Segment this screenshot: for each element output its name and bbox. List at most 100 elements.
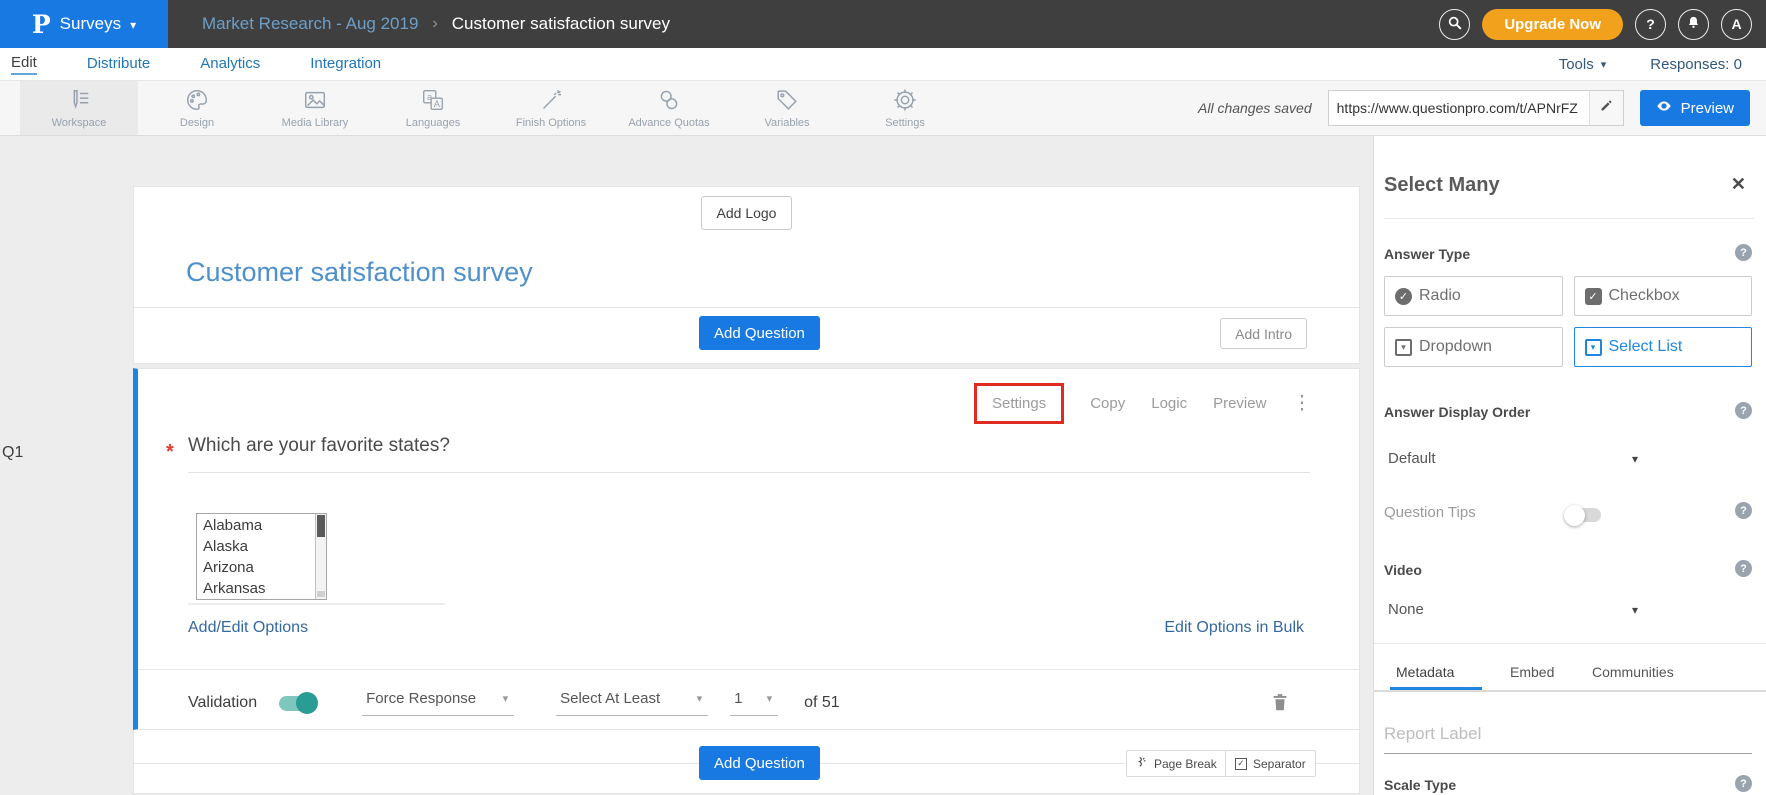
preview-button[interactable]: Preview [1640,90,1750,126]
question-tips-toggle[interactable] [1566,508,1601,522]
question-preview-button[interactable]: Preview [1213,395,1266,412]
help-icon[interactable]: ? [1735,244,1752,261]
tab-integration[interactable]: Integration [310,55,381,74]
help-icon[interactable]: ? [1735,502,1752,519]
survey-header-section: Add Logo Customer satisfaction survey [133,186,1360,308]
panel-title: Select Many [1384,174,1500,197]
report-label-input[interactable] [1384,724,1752,754]
question-text-field[interactable]: Which are your favorite states? [188,435,1310,473]
toolbar-right: All changes saved Preview [1198,81,1766,135]
help-button[interactable]: ? [1635,9,1666,40]
list-item[interactable]: Arizona [203,557,312,578]
answer-listbox[interactable]: Alabama Alaska Arizona Arkansas [196,513,327,600]
tab-edit[interactable]: Edit [11,54,37,75]
kebab-menu-icon[interactable]: ⋮ [1292,392,1311,415]
toolbar-item-label: Advance Quotas [628,117,709,129]
tab-analytics[interactable]: Analytics [200,55,260,74]
toolbar-item-label: Design [180,117,214,129]
upgrade-now-button[interactable]: Upgrade Now [1482,9,1623,40]
answer-type-checkbox[interactable]: ✓ Checkbox [1574,276,1753,316]
video-value: None [1388,601,1424,618]
toolbar-item-label: Settings [885,117,925,129]
surveys-menu[interactable]: P Surveys ▾ [0,0,168,48]
tab-bar-border [1374,690,1766,692]
toolbar-item-media-library[interactable]: Media Library [256,81,374,135]
answer-display-order-select[interactable]: Default ▾ [1388,450,1638,467]
question-actions: Settings Copy Logic Preview ⋮ [974,383,1311,424]
answer-display-order-label: Answer Display Order [1384,404,1530,420]
validation-total: of 51 [804,694,840,712]
validation-rule-select[interactable]: Select At Least▾ [556,690,708,716]
gear-icon [892,87,918,113]
separator-label: Separator [1253,757,1306,771]
breadcrumb-folder-link[interactable]: Market Research - Aug 2019 [202,14,418,34]
questionpro-logo: P [32,10,51,39]
select-list-icon: ▾ [1585,339,1602,356]
toolbar-item-languages[interactable]: aA Languages [374,81,492,135]
responses-count[interactable]: Responses: 0 [1650,56,1742,73]
question-settings-button[interactable]: Settings [974,383,1064,424]
tab-communities[interactable]: Communities [1592,664,1674,680]
toolbar-item-workspace[interactable]: Workspace [20,81,138,135]
scrollbar-end [317,591,325,597]
question-copy-button[interactable]: Copy [1090,395,1125,412]
question-settings-panel: Select Many ✕ Answer Type ? ✓ Radio ✓ Ch… [1373,136,1766,795]
toolbar-item-settings[interactable]: Settings [846,81,964,135]
validation-count-value: 1 [734,690,742,707]
list-item[interactable]: Arkansas [203,578,312,599]
help-icon[interactable]: ? [1735,560,1752,577]
add-logo-button[interactable]: Add Logo [701,196,793,230]
toolbar-item-advance-quotas[interactable]: Advance Quotas [610,81,728,135]
preview-label: Preview [1681,100,1734,117]
check-glyph: ✓ [1237,758,1245,769]
video-select[interactable]: None ▾ [1388,601,1638,618]
answer-type-select-list[interactable]: ▾ Select List [1574,327,1753,367]
survey-url-box [1328,90,1624,126]
toolbar-item-finish-options[interactable]: Finish Options [492,81,610,135]
dropdown-icon: ▾ [1395,339,1412,356]
video-label: Video [1384,562,1422,578]
chevron-down-icon: ▾ [1632,603,1638,617]
tools-menu[interactable]: Tools▾ [1559,56,1607,73]
add-edit-options-link[interactable]: Add/Edit Options [188,619,308,637]
delete-question-button[interactable] [1269,691,1291,716]
close-panel-button[interactable]: ✕ [1731,174,1746,195]
search-button[interactable] [1439,9,1470,40]
list-item[interactable]: Alaska [203,536,312,557]
listbox-scrollbar[interactable] [315,514,326,599]
nav-right: Tools▾ Responses: 0 [1559,56,1742,73]
validation-mode-value: Force Response [366,690,476,707]
add-question-button-top[interactable]: Add Question [699,316,820,350]
notifications-button[interactable] [1678,9,1709,40]
toolbar-item-variables[interactable]: Variables [728,81,846,135]
required-marker: * [166,441,174,464]
tab-embed[interactable]: Embed [1510,664,1554,680]
tab-metadata[interactable]: Metadata [1396,664,1454,680]
tab-distribute[interactable]: Distribute [87,55,150,74]
answer-type-radio[interactable]: ✓ Radio [1384,276,1563,316]
answer-type-dropdown[interactable]: ▾ Dropdown [1384,327,1563,367]
validation-rule-value: Select At Least [560,690,660,707]
validation-toggle[interactable] [279,696,316,711]
edit-options-in-bulk-link[interactable]: Edit Options in Bulk [1164,619,1304,637]
help-icon[interactable]: ? [1735,402,1752,419]
separator-button[interactable]: ✓ Separator [1225,750,1316,777]
toggle-knob [1564,505,1585,526]
validation-count-select[interactable]: 1▾ [730,690,778,716]
tools-label: Tools [1559,56,1594,73]
add-intro-button[interactable]: Add Intro [1220,318,1307,349]
survey-card: Add Logo Customer satisfaction survey Ad… [133,186,1360,794]
toolbar-item-design[interactable]: Design [138,81,256,135]
scrollbar-thumb[interactable] [317,515,325,537]
add-question-button-bottom[interactable]: Add Question [699,746,820,780]
page-break-button[interactable]: Page Break [1126,750,1227,777]
survey-url-input[interactable] [1329,91,1589,125]
avatar[interactable]: A [1721,9,1752,40]
edit-url-button[interactable] [1589,91,1623,125]
question-logic-button[interactable]: Logic [1151,395,1187,412]
list-item[interactable]: Alabama [203,515,312,536]
survey-title[interactable]: Customer satisfaction survey [186,257,533,288]
validation-mode-select[interactable]: Force Response▾ [362,690,514,716]
chevron-down-icon: ▾ [1632,452,1638,466]
help-icon[interactable]: ? [1735,775,1752,792]
